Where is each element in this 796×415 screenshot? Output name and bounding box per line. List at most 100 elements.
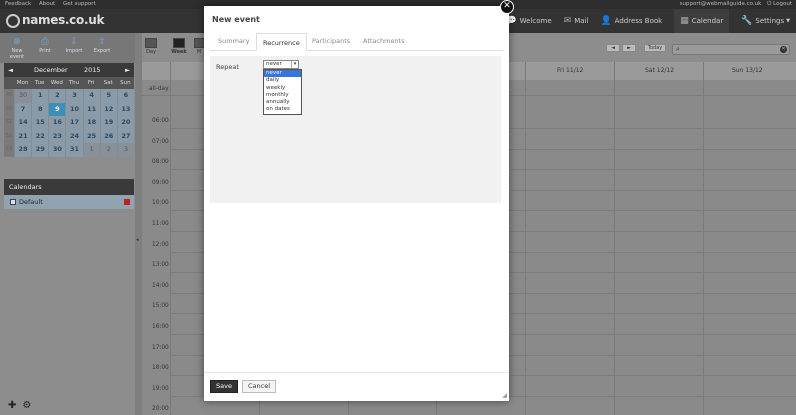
calendar-day[interactable]: 14 bbox=[14, 116, 32, 130]
tab-recurrence[interactable]: Recurrence bbox=[256, 33, 307, 51]
prev-month-button[interactable]: ◄ bbox=[8, 63, 13, 77]
weekday-header: Mon Tue Wed Thu Fri Sat Sun bbox=[4, 77, 134, 89]
column-header: Sun 13/12 bbox=[732, 67, 763, 74]
calendar-day[interactable]: 13 bbox=[116, 102, 134, 117]
logout-link[interactable]: Logout bbox=[773, 1, 792, 7]
calendar-week-row: 49 30 1 2 3 4 5 6 bbox=[4, 89, 134, 103]
calendar-day[interactable]: 5 bbox=[99, 89, 117, 103]
splitter[interactable]: ◂ bbox=[135, 33, 142, 415]
time-label: 09:00 bbox=[152, 179, 169, 186]
repeat-option-weekly[interactable]: weekly bbox=[264, 85, 301, 92]
calendar-day[interactable]: 23 bbox=[48, 129, 66, 144]
tab-attachments[interactable]: Attachments bbox=[363, 37, 405, 45]
export-button[interactable]: ⇧ Export bbox=[89, 37, 115, 54]
feedback-link[interactable]: Feedback bbox=[5, 1, 31, 7]
calendar-day[interactable]: 10 bbox=[65, 102, 83, 117]
repeat-option-never[interactable]: never bbox=[264, 70, 301, 78]
repeat-label: Repeat bbox=[216, 63, 239, 71]
week-number[interactable]: 53 bbox=[4, 143, 14, 157]
get-support-link[interactable]: Get support bbox=[63, 1, 96, 7]
save-button[interactable]: Save bbox=[210, 380, 238, 393]
close-icon[interactable]: ✕ bbox=[500, 0, 514, 14]
calendar-day[interactable]: 30 bbox=[48, 143, 66, 157]
month-select[interactable]: December bbox=[34, 63, 68, 77]
calendar-day[interactable]: 29 bbox=[31, 143, 49, 157]
calendar-day[interactable]: 21 bbox=[14, 129, 32, 144]
calendar-day[interactable]: 27 bbox=[116, 129, 134, 144]
import-button[interactable]: ⇩ Import bbox=[61, 37, 87, 54]
repeat-select[interactable]: never ▾ bbox=[263, 60, 299, 69]
cancel-button[interactable]: Cancel bbox=[242, 380, 276, 393]
week-number[interactable]: 49 bbox=[4, 89, 14, 103]
year-select[interactable]: 2015 bbox=[84, 63, 101, 77]
repeat-dropdown: never daily weekly monthly annually on d… bbox=[263, 69, 302, 115]
repeat-option-daily[interactable]: daily bbox=[264, 77, 301, 84]
calendar-day[interactable]: 30 bbox=[14, 89, 32, 103]
new-event-button[interactable]: ⊕ New event bbox=[4, 37, 30, 60]
calendar-week-row: 52 21 22 23 24 25 26 27 bbox=[4, 129, 134, 144]
calendar-day[interactable]: 1 bbox=[82, 143, 100, 157]
tab-participants[interactable]: Participants bbox=[312, 37, 350, 45]
calendar-day[interactable]: 6 bbox=[116, 89, 134, 103]
prev-week-button[interactable]: ◄ bbox=[606, 44, 620, 52]
calendar-day[interactable]: 3 bbox=[116, 143, 134, 157]
calendar-day[interactable]: 19 bbox=[99, 116, 117, 130]
calendar-day[interactable]: 24 bbox=[65, 129, 83, 144]
calendar-day[interactable]: 31 bbox=[65, 143, 83, 157]
search-input[interactable]: ⌕ ✕ bbox=[672, 44, 790, 55]
calendar-day[interactable]: 2 bbox=[48, 89, 66, 103]
repeat-option-on-dates[interactable]: on dates bbox=[264, 106, 301, 113]
mail-icon: ✉ bbox=[563, 16, 572, 26]
calendar-day[interactable]: 12 bbox=[99, 102, 117, 117]
repeat-option-annually[interactable]: annually bbox=[264, 99, 301, 106]
nav-settings[interactable]: 🔧 Settings ▼ bbox=[741, 16, 790, 26]
calendar-day[interactable]: 7 bbox=[14, 102, 32, 117]
add-calendar-icon[interactable]: ✚ bbox=[8, 400, 16, 411]
repeat-option-monthly[interactable]: monthly bbox=[264, 92, 301, 99]
about-link[interactable]: About bbox=[39, 1, 55, 7]
logout-icon[interactable]: ⏻ bbox=[767, 1, 771, 7]
tab-summary[interactable]: Summary bbox=[218, 37, 249, 45]
week-view-button[interactable]: Week bbox=[168, 38, 190, 55]
calendar-day[interactable]: 16 bbox=[48, 116, 66, 130]
calendar-day[interactable]: 22 bbox=[31, 129, 49, 144]
calendar-day[interactable]: 15 bbox=[31, 116, 49, 130]
next-week-button[interactable]: ► bbox=[622, 44, 636, 52]
calendar-day[interactable]: 11 bbox=[82, 102, 100, 117]
user-email: support@webmailguide.co.uk bbox=[679, 1, 762, 7]
calendar-day[interactable]: 26 bbox=[99, 129, 117, 144]
week-number[interactable]: 51 bbox=[4, 116, 14, 130]
logo[interactable]: names.co.uk bbox=[6, 13, 104, 28]
calendar-day[interactable]: 4 bbox=[82, 89, 100, 103]
calendar-day[interactable]: 1 bbox=[31, 89, 49, 103]
calendar-day[interactable]: 25 bbox=[82, 129, 100, 144]
calendar-day[interactable]: 3 bbox=[65, 89, 83, 103]
calendar-day[interactable]: 2 bbox=[99, 143, 117, 157]
calendar-day[interactable]: 28 bbox=[14, 143, 32, 157]
nav-mail[interactable]: ✉ Mail bbox=[564, 16, 589, 26]
calendar-week-row: 51 14 15 16 17 18 19 20 bbox=[4, 116, 134, 130]
person-icon: 👤 bbox=[600, 16, 612, 26]
gear-icon[interactable]: ⚙ bbox=[22, 400, 31, 411]
week-number[interactable]: 52 bbox=[4, 129, 14, 144]
calendar-day[interactable]: 20 bbox=[116, 116, 134, 130]
calendar-day[interactable]: 8 bbox=[31, 102, 49, 117]
clear-search-icon[interactable]: ✕ bbox=[780, 46, 787, 53]
month-view-button[interactable]: M bbox=[194, 38, 204, 55]
calendar-checkbox[interactable] bbox=[10, 199, 16, 205]
nav-address-book[interactable]: 👤 Address Book bbox=[600, 16, 662, 26]
calendar-day[interactable]: 9 bbox=[48, 102, 66, 117]
calendar-day[interactable]: 18 bbox=[82, 116, 100, 130]
print-button[interactable]: ⎙ Print bbox=[32, 37, 58, 54]
day-view-button[interactable]: Day bbox=[140, 38, 162, 55]
resize-handle-icon[interactable]: ◢ bbox=[502, 392, 507, 399]
week-number[interactable]: 50 bbox=[4, 102, 14, 117]
nav-welcome[interactable]: 💬 Welcome bbox=[505, 16, 551, 26]
nav-calendar[interactable]: ▦ Calendar bbox=[674, 9, 730, 33]
calendar-item-default[interactable]: Default bbox=[4, 195, 134, 209]
next-month-button[interactable]: ► bbox=[125, 63, 130, 77]
chevron-down-icon: ▾ bbox=[291, 61, 298, 68]
time-label: 15:00 bbox=[152, 303, 169, 310]
today-button[interactable]: Today bbox=[644, 44, 666, 52]
calendar-day[interactable]: 17 bbox=[65, 116, 83, 130]
